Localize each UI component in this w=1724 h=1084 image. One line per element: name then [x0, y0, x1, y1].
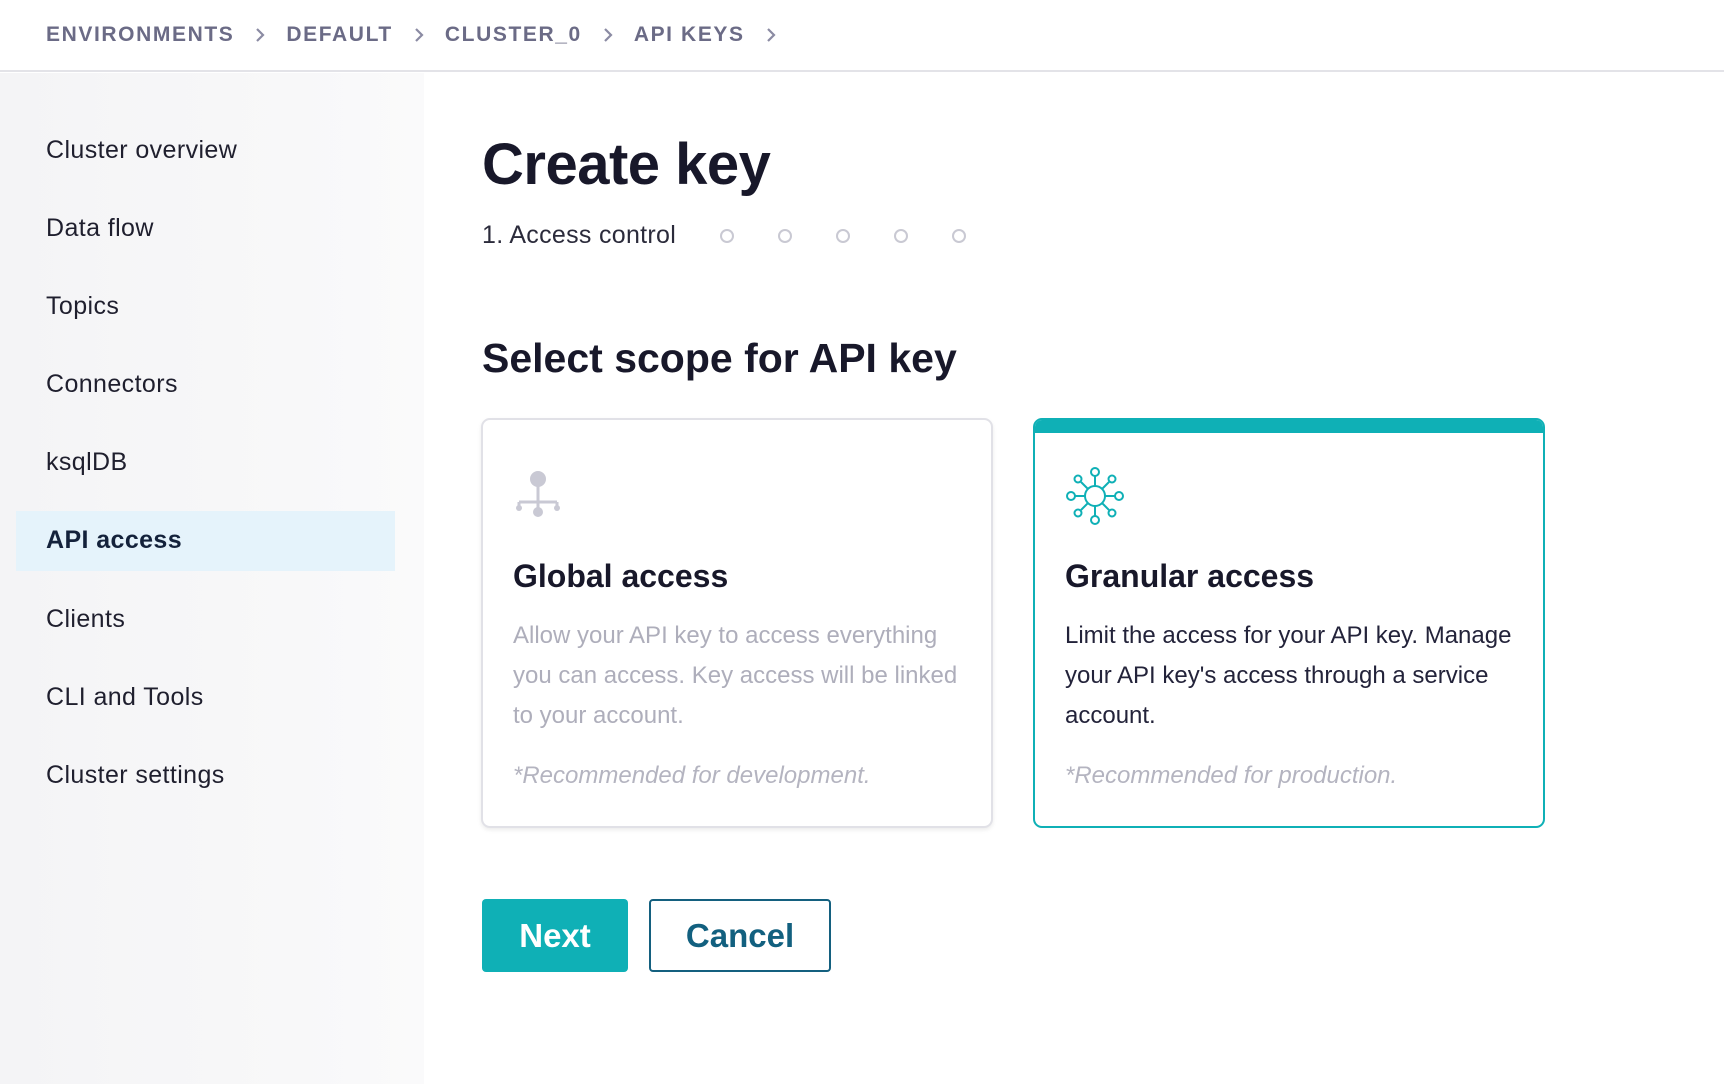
global-access-card[interactable]: Global access Allow your API key to acce… [481, 418, 993, 828]
step-dot [778, 228, 793, 243]
step-dot [720, 228, 735, 243]
cancel-button[interactable]: Cancel [649, 899, 831, 972]
step-current-label: 1. Access control [482, 221, 677, 249]
granular-access-note: *Recommended for production. [1065, 762, 1398, 789]
network-nodes-icon [1065, 466, 1125, 526]
sidebar-item-ksqldb[interactable]: ksqlDB [16, 433, 395, 493]
sidebar: Cluster overview Data flow Topics Connec… [0, 73, 424, 1084]
granular-access-title: Granular access [1065, 558, 1315, 594]
chevron-right-icon [234, 27, 286, 43]
global-access-note: *Recommended for development. [513, 762, 871, 789]
sidebar-item-cluster-overview[interactable]: Cluster overview [16, 120, 395, 180]
main-content: Create key 1. Access control Select scop… [424, 73, 1724, 1084]
step-dot [952, 228, 967, 243]
granular-access-description: Limit the access for your API key. Manag… [1065, 622, 1512, 729]
breadcrumb-item-cluster[interactable]: CLUSTER_0 [445, 23, 582, 47]
breadcrumb-item-api-keys[interactable]: API KEYS [634, 23, 745, 47]
global-access-title: Global access [513, 558, 729, 594]
chevron-right-icon [393, 27, 445, 43]
page-title: Create key [482, 132, 771, 197]
sidebar-item-connectors[interactable]: Connectors [16, 355, 395, 415]
sidebar-item-api-access[interactable]: API access [16, 510, 395, 571]
breadcrumb-item-default[interactable]: DEFAULT [286, 23, 392, 47]
hierarchy-icon [513, 466, 573, 526]
sidebar-item-data-flow[interactable]: Data flow [16, 198, 395, 258]
chevron-right-icon [582, 27, 634, 43]
sidebar-item-topics[interactable]: Topics [16, 276, 395, 336]
stepper: 1. Access control [482, 221, 967, 250]
breadcrumb-item-environments[interactable]: ENVIRONMENTS [46, 23, 234, 47]
next-button[interactable]: Next [482, 899, 628, 972]
granular-access-card[interactable]: Granular access Limit the access for you… [1033, 418, 1545, 828]
sidebar-item-cluster-settings[interactable]: Cluster settings [16, 746, 395, 806]
step-dot [836, 228, 851, 243]
breadcrumb: ENVIRONMENTS DEFAULT CLUSTER_0 API KEYS [0, 0, 1724, 72]
section-title: Select scope for API key [482, 335, 957, 381]
step-dot [894, 228, 909, 243]
global-access-description: Allow your API key to access everything … [513, 622, 958, 729]
chevron-right-icon [745, 27, 797, 43]
sidebar-item-cli-and-tools[interactable]: CLI and Tools [16, 667, 395, 727]
sidebar-item-clients[interactable]: Clients [16, 589, 395, 649]
